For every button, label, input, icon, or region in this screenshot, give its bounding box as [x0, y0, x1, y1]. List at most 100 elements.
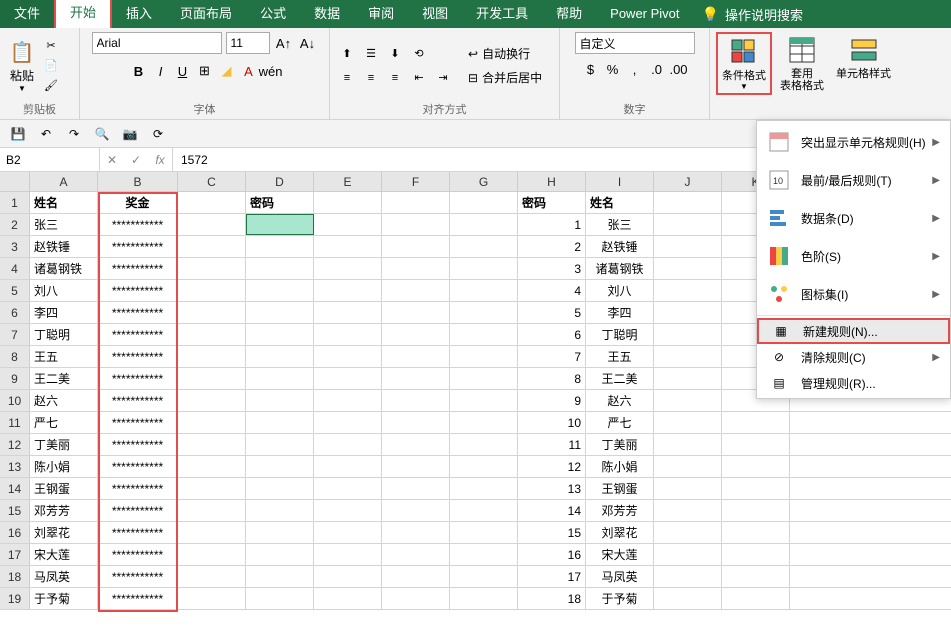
- cell-A10[interactable]: 赵六: [30, 390, 98, 411]
- cell-E14[interactable]: [314, 478, 382, 499]
- tab-home[interactable]: 开始: [54, 0, 112, 28]
- cell-J12[interactable]: [654, 434, 722, 455]
- cell-B19[interactable]: ***********: [98, 588, 178, 609]
- copy-button[interactable]: 📄: [42, 57, 60, 75]
- cell-B1[interactable]: 奖金: [98, 192, 178, 213]
- cell-B8[interactable]: ***********: [98, 346, 178, 367]
- col-header-G[interactable]: G: [450, 172, 518, 191]
- cell-D12[interactable]: [246, 434, 314, 455]
- cell-G3[interactable]: [450, 236, 518, 257]
- cell-H13[interactable]: 12: [518, 456, 586, 477]
- select-all-corner[interactable]: [0, 172, 30, 191]
- currency-button[interactable]: $: [581, 58, 601, 80]
- phonetic-button[interactable]: wén: [261, 60, 281, 82]
- cell-I8[interactable]: 王五: [586, 346, 654, 367]
- cell-B2[interactable]: ***********: [98, 214, 178, 235]
- cell-H11[interactable]: 10: [518, 412, 586, 433]
- col-header-I[interactable]: I: [586, 172, 654, 191]
- cell-F17[interactable]: [382, 544, 450, 565]
- cell-A4[interactable]: 诸葛钢铁: [30, 258, 98, 279]
- cell-B4[interactable]: ***********: [98, 258, 178, 279]
- align-top-button[interactable]: ⬆: [336, 43, 358, 65]
- col-header-E[interactable]: E: [314, 172, 382, 191]
- row-header-17[interactable]: 17: [0, 544, 30, 565]
- cell-J7[interactable]: [654, 324, 722, 345]
- orientation-button[interactable]: ⟲: [408, 43, 430, 65]
- undo-button[interactable]: ↶: [36, 124, 56, 144]
- row-header-4[interactable]: 4: [0, 258, 30, 279]
- cell-F14[interactable]: [382, 478, 450, 499]
- cell-J2[interactable]: [654, 214, 722, 235]
- cell-G14[interactable]: [450, 478, 518, 499]
- cell-J10[interactable]: [654, 390, 722, 411]
- row-header-16[interactable]: 16: [0, 522, 30, 543]
- cell-F8[interactable]: [382, 346, 450, 367]
- row-header-13[interactable]: 13: [0, 456, 30, 477]
- cell-A19[interactable]: 于予菊: [30, 588, 98, 609]
- save-button[interactable]: 💾: [8, 124, 28, 144]
- row-header-9[interactable]: 9: [0, 368, 30, 389]
- cell-A14[interactable]: 王钢蛋: [30, 478, 98, 499]
- cell-C6[interactable]: [178, 302, 246, 323]
- cell-I14[interactable]: 王钢蛋: [586, 478, 654, 499]
- cell-J13[interactable]: [654, 456, 722, 477]
- cell-E9[interactable]: [314, 368, 382, 389]
- col-header-B[interactable]: B: [98, 172, 178, 191]
- cell-I2[interactable]: 张三: [586, 214, 654, 235]
- indent-increase-button[interactable]: ⇥: [432, 67, 454, 89]
- cell-H12[interactable]: 11: [518, 434, 586, 455]
- cell-K14[interactable]: [722, 478, 790, 499]
- cell-E5[interactable]: [314, 280, 382, 301]
- fill-color-button[interactable]: ◢: [217, 60, 237, 82]
- cell-H15[interactable]: 14: [518, 500, 586, 521]
- cell-D15[interactable]: [246, 500, 314, 521]
- cell-I5[interactable]: 刘八: [586, 280, 654, 301]
- cell-K15[interactable]: [722, 500, 790, 521]
- cell-C4[interactable]: [178, 258, 246, 279]
- cell-A3[interactable]: 赵铁锤: [30, 236, 98, 257]
- cell-J9[interactable]: [654, 368, 722, 389]
- cell-A7[interactable]: 丁聪明: [30, 324, 98, 345]
- row-header-3[interactable]: 3: [0, 236, 30, 257]
- cell-I6[interactable]: 李四: [586, 302, 654, 323]
- cell-I4[interactable]: 诸葛钢铁: [586, 258, 654, 279]
- cell-G10[interactable]: [450, 390, 518, 411]
- cell-J6[interactable]: [654, 302, 722, 323]
- cell-E16[interactable]: [314, 522, 382, 543]
- cell-E6[interactable]: [314, 302, 382, 323]
- cell-C14[interactable]: [178, 478, 246, 499]
- cell-G6[interactable]: [450, 302, 518, 323]
- cell-I18[interactable]: 马凤英: [586, 566, 654, 587]
- cell-A5[interactable]: 刘八: [30, 280, 98, 301]
- cell-J11[interactable]: [654, 412, 722, 433]
- underline-button[interactable]: U: [173, 60, 193, 82]
- cell-D6[interactable]: [246, 302, 314, 323]
- cell-E2[interactable]: [314, 214, 382, 235]
- tab-file[interactable]: 文件: [0, 0, 54, 28]
- cell-E1[interactable]: [314, 192, 382, 213]
- col-header-J[interactable]: J: [654, 172, 722, 191]
- cell-E7[interactable]: [314, 324, 382, 345]
- cell-G5[interactable]: [450, 280, 518, 301]
- cell-G2[interactable]: [450, 214, 518, 235]
- cell-H19[interactable]: 18: [518, 588, 586, 609]
- menu-top-bottom-rules[interactable]: 10 最前/最后规则(T) ▶: [757, 161, 950, 199]
- menu-color-scales[interactable]: 色阶(S) ▶: [757, 237, 950, 275]
- cell-C10[interactable]: [178, 390, 246, 411]
- cell-I17[interactable]: 宋大莲: [586, 544, 654, 565]
- cell-C2[interactable]: [178, 214, 246, 235]
- cell-B16[interactable]: ***********: [98, 522, 178, 543]
- cell-K18[interactable]: [722, 566, 790, 587]
- cell-C11[interactable]: [178, 412, 246, 433]
- cell-H9[interactable]: 8: [518, 368, 586, 389]
- cell-I10[interactable]: 赵六: [586, 390, 654, 411]
- font-color-button[interactable]: A: [239, 60, 259, 82]
- cell-B17[interactable]: ***********: [98, 544, 178, 565]
- cell-B9[interactable]: ***********: [98, 368, 178, 389]
- cell-C3[interactable]: [178, 236, 246, 257]
- cell-B14[interactable]: ***********: [98, 478, 178, 499]
- row-header-1[interactable]: 1: [0, 192, 30, 213]
- cell-styles-button[interactable]: 单元格样式: [832, 32, 895, 82]
- cell-F16[interactable]: [382, 522, 450, 543]
- tab-help[interactable]: 帮助: [542, 0, 596, 28]
